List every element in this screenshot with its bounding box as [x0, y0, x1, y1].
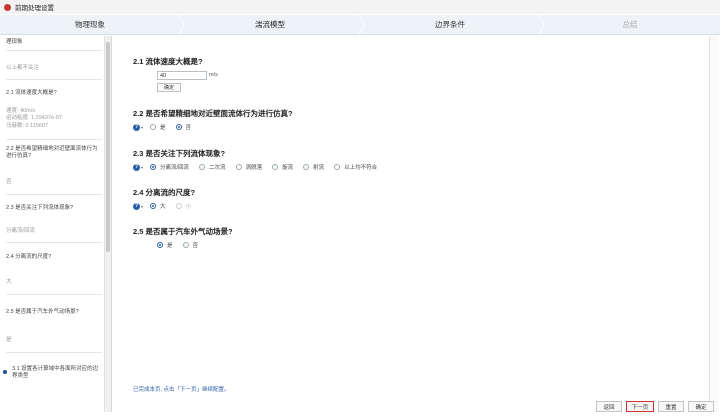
question-title: 2.3 是否关注下列流体现象? [133, 149, 226, 158]
sidebar-question[interactable]: 2.5 是否属于汽车外气动场景? [6, 309, 102, 316]
sidebar-answer: 以上都不关注 [6, 65, 40, 71]
question-title: 2.5 是否属于汽车外气动场景? [133, 227, 233, 236]
option-label: 涡脱落 [245, 165, 263, 171]
sidebar-answer: 分离流/回流 [6, 228, 36, 234]
window-title: 前期处理设置 [15, 5, 54, 12]
option-row: ? ▾ 分离流/回流 二次流 涡脱落 旋流 射流 以上均不符合 [133, 163, 387, 171]
divider [6, 242, 102, 243]
sidebar-question-current[interactable]: 3.1 设置各计算域中各面所对应的边界类型 [12, 366, 100, 381]
radio-no[interactable] [182, 242, 189, 248]
current-step-bullet-icon [3, 370, 7, 374]
sidebar-answer: 大 [6, 279, 12, 285]
radio-large[interactable] [150, 203, 157, 209]
radio-yes[interactable] [150, 124, 157, 130]
divider [6, 194, 102, 195]
step-summary: 总结 [540, 15, 720, 34]
divider [6, 50, 102, 51]
question-title: 2.1 流体速度大概是? [133, 57, 203, 66]
divider [6, 352, 102, 353]
velocity-confirm-button[interactable]: 确定 [157, 83, 181, 92]
sidebar-answer: 是 [6, 337, 12, 343]
chevron-down-icon[interactable]: ▾ [141, 204, 143, 209]
option-row: ? ▾ 大 小 [133, 202, 201, 210]
step-label: 总结 [622, 20, 638, 29]
step-label: 物理现象 [75, 20, 105, 29]
sidebar-question[interactable]: 2.2 是否希望精细地对近壁面流体行为进行仿真? [6, 146, 102, 161]
option-row: ? ▾ 是 否 [133, 123, 201, 131]
sidebar-scrollbar-thumb[interactable] [106, 42, 110, 252]
divider [6, 79, 102, 80]
chevron-down-icon[interactable]: ▾ [141, 165, 143, 170]
step-label: 边界条件 [435, 20, 465, 29]
reset-button[interactable]: 重置 [658, 401, 684, 412]
option-label: 旋流 [282, 165, 294, 171]
radio-yes[interactable] [157, 242, 163, 248]
sidebar-answer: 速度: 40m/s 运动粘度: 1.29437e-07 马赫数: 0.11560… [6, 108, 62, 129]
step-label: 湍流模型 [255, 20, 285, 29]
question-title: 2.4 分离流的尺度? [133, 188, 196, 197]
divider [6, 294, 102, 295]
option-label: 分离流/回流 [160, 165, 190, 171]
option-label: 二次流 [209, 165, 226, 171]
sidebar-question[interactable]: 理现象 [6, 39, 102, 46]
help-icon[interactable]: ? [133, 123, 140, 131]
radio-secondary-flow[interactable] [199, 164, 206, 170]
question-title: 2.2 是否希望精细地对近壁面流体行为进行仿真? [133, 109, 293, 118]
option-row: 是 否 [133, 241, 208, 249]
question-panel: 2.1 流体速度大概是? 40 m/s 确定 2.2 是否希望精细地对近壁面流体… [114, 36, 708, 396]
status-message: 已完成本页, 点击「下一页」继续配置。 [133, 387, 230, 393]
option-label: 是 [167, 243, 173, 249]
option-label: 小 [185, 204, 192, 210]
history-sidebar: 理现象 以上都不关注 2.1 流体速度大概是? 速度: 40m/s 运动粘度: … [0, 36, 112, 412]
radio-jet[interactable] [303, 164, 310, 170]
step-boundary-conditions[interactable]: 边界条件 [360, 15, 545, 35]
velocity-unit: m/s [209, 72, 218, 78]
option-label: 是 [160, 125, 166, 131]
sidebar-scrollbar[interactable] [104, 36, 111, 412]
title-bar: 前期处理设置 [0, 0, 720, 14]
option-label: 否 [185, 125, 192, 131]
step-physics[interactable]: 物理现象 [0, 15, 185, 35]
radio-small[interactable] [175, 203, 182, 209]
sidebar-question[interactable]: 2.1 流体速度大概是? [6, 90, 102, 97]
sidebar-question[interactable]: 2.4 分离流的尺度? [6, 254, 102, 261]
help-icon[interactable]: ? [133, 163, 140, 171]
velocity-input[interactable]: 40 [157, 71, 207, 80]
ok-button[interactable]: 确定 [688, 401, 714, 412]
option-label: 大 [160, 204, 166, 210]
divider [6, 139, 102, 140]
option-label: 否 [192, 243, 199, 249]
sidebar-answer: 否 [6, 179, 12, 185]
back-button[interactable]: 返回 [596, 401, 622, 412]
option-label: 以上均不符合 [344, 165, 378, 171]
sidebar-question[interactable]: 2.3 是否关注下列流体现象? [6, 205, 102, 212]
help-icon[interactable]: ? [133, 202, 140, 210]
option-label: 射流 [313, 165, 325, 171]
radio-none[interactable] [334, 164, 341, 170]
wizard-step-bar: 物理现象 湍流模型 边界条件 总结 [0, 15, 720, 35]
app-logo-icon [4, 3, 11, 11]
chevron-down-icon[interactable]: ▾ [141, 125, 143, 130]
main-scrollbar[interactable] [709, 36, 718, 412]
radio-no[interactable] [175, 124, 182, 130]
step-turbulence-model[interactable]: 湍流模型 [180, 15, 365, 35]
radio-separated-flow[interactable] [150, 164, 157, 170]
next-page-button[interactable]: 下一页 [626, 401, 654, 412]
radio-vortex-shedding[interactable] [235, 164, 242, 170]
radio-swirl[interactable] [272, 164, 279, 170]
